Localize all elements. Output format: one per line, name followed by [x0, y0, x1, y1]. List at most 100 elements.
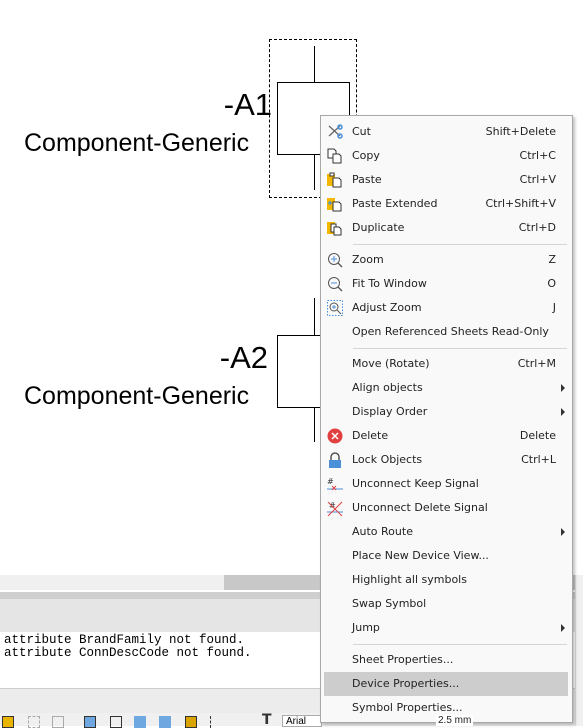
menu-item-shortcut: O [547, 277, 556, 290]
svg-text:#: # [327, 477, 334, 486]
symbol-a1-id: -A1 [223, 87, 272, 122]
menu-item-label: Fit To Window [352, 277, 427, 290]
toolbar-icon[interactable] [210, 716, 222, 728]
menu-item-shortcut: Delete [519, 429, 556, 442]
menu-item-unconnect-keep-signal[interactable]: # Unconnect Keep Signal [324, 472, 568, 496]
menu-item-label: Swap Symbol [352, 597, 427, 610]
menu-item-shortcut: Z [548, 253, 556, 266]
text-icon[interactable]: T [262, 713, 272, 727]
menu-item-display-order[interactable]: Display Order [324, 400, 568, 424]
toolbar-icon[interactable] [52, 716, 64, 728]
symbol-a2-id: -A2 [219, 340, 268, 375]
lock-icon [327, 452, 343, 468]
menu-item-shortcut: J [552, 301, 556, 314]
menu-item-label: Place New Device View... [352, 549, 489, 562]
menu-item-place-new-device-view[interactable]: Place New Device View... [324, 544, 568, 568]
menu-item-shortcut: Ctrl+Shift+V [485, 197, 556, 210]
menu-item-label: Unconnect Keep Signal [352, 477, 479, 490]
unconnect-keep-icon: # [327, 476, 343, 492]
menu-item-label: Unconnect Delete Signal [352, 501, 488, 514]
copy-icon [327, 148, 343, 164]
toolbar-icon[interactable] [84, 716, 96, 728]
menu-item-adjust-zoom[interactable]: Adjust Zoom J [324, 296, 568, 320]
menu-separator [353, 244, 567, 245]
menu-item-align-objects[interactable]: Align objects [324, 376, 568, 400]
submenu-arrow-icon [561, 624, 565, 632]
menu-item-sheet-properties[interactable]: Sheet Properties... [324, 648, 568, 672]
menu-item-label: Lock Objects [352, 453, 423, 466]
symbol-a1-pin-bottom [314, 154, 315, 190]
symbol-a1-pin-top [314, 46, 315, 83]
menu-item-duplicate[interactable]: Duplicate Ctrl+D [324, 216, 568, 240]
menu-item-delete[interactable]: Delete Delete [324, 424, 568, 448]
symbol-a2-name: Component-Generic [24, 382, 250, 410]
menu-item-shortcut: Ctrl+V [519, 173, 556, 186]
menu-item-jump[interactable]: Jump [324, 616, 568, 640]
menu-item-shortcut: Ctrl+M [517, 357, 556, 370]
unconnect-delete-icon: # [327, 500, 343, 517]
menu-item-device-properties[interactable]: Device Properties... [324, 672, 568, 696]
symbol-a2-pin-bottom [314, 407, 315, 442]
menu-item-swap-symbol[interactable]: Swap Symbol [324, 592, 568, 616]
menu-item-shortcut: Shift+Delete [485, 125, 556, 138]
toolbar-icon[interactable] [28, 716, 40, 728]
symbol-a2-pin-top [314, 298, 315, 335]
menu-item-label: Device Properties... [352, 677, 460, 690]
menu-item-label: Auto Route [352, 525, 413, 538]
zoom-in-icon [327, 252, 343, 268]
menu-item-unconnect-delete-signal[interactable]: # Unconnect Delete Signal [324, 496, 568, 520]
paste-extended-icon [327, 196, 343, 212]
submenu-arrow-icon [561, 528, 565, 536]
menu-item-paste-extended[interactable]: Paste Extended Ctrl+Shift+V [324, 192, 568, 216]
submenu-arrow-icon [561, 384, 565, 392]
menu-item-lock-objects[interactable]: Lock Objects Ctrl+L [324, 448, 568, 472]
delete-icon [327, 428, 343, 444]
menu-item-label: Zoom [352, 253, 384, 266]
menu-item-copy[interactable]: Copy Ctrl+C [324, 144, 568, 168]
toolbar-icon[interactable] [2, 716, 14, 728]
menu-item-shortcut: Ctrl+C [519, 149, 556, 162]
menu-separator [353, 644, 567, 645]
menu-item-label: Align objects [352, 381, 423, 394]
duplicate-icon [327, 220, 343, 236]
menu-item-shortcut: Ctrl+D [518, 221, 556, 234]
menu-item-label: Move (Rotate) [352, 357, 430, 370]
size-select[interactable]: 2.5 mm [436, 715, 474, 726]
toolbar-icon[interactable] [134, 716, 146, 728]
menu-item-label: Paste Extended [352, 197, 438, 210]
menu-item-label: Highlight all symbols [352, 573, 467, 586]
menu-item-open-referenced-sheets-read-only[interactable]: Open Referenced Sheets Read-Only [324, 320, 568, 344]
menu-item-label: Copy [352, 149, 380, 162]
scissors-icon [327, 124, 343, 140]
menu-separator [353, 348, 567, 349]
menu-item-shortcut: Ctrl+L [521, 453, 556, 466]
menu-item-label: Cut [352, 125, 371, 138]
vertical-scrollbar[interactable] [575, 575, 583, 726]
menu-item-label: Sheet Properties... [352, 653, 454, 666]
menu-item-label: Duplicate [352, 221, 405, 234]
menu-item-label: Adjust Zoom [352, 301, 422, 314]
paste-icon [327, 172, 343, 188]
menu-item-label: Open Referenced Sheets Read-Only [352, 325, 549, 338]
menu-item-label: Jump [352, 621, 380, 634]
toolbar-icon[interactable] [159, 716, 171, 728]
menu-item-label: Delete [352, 429, 389, 442]
menu-item-label: Symbol Properties... [352, 701, 463, 714]
menu-item-zoom[interactable]: Zoom Z [324, 248, 568, 272]
symbol-a1-name: Component-Generic [24, 129, 250, 157]
menu-item-cut[interactable]: Cut Shift+Delete [324, 120, 568, 144]
toolbar-icon[interactable] [185, 716, 197, 728]
submenu-arrow-icon [561, 408, 565, 416]
menu-item-highlight-all-symbols[interactable]: Highlight all symbols [324, 568, 568, 592]
menu-item-paste[interactable]: Paste Ctrl+V [324, 168, 568, 192]
menu-item-label: Paste [352, 173, 382, 186]
context-menu: Cut Shift+Delete Copy Ctrl+C Paste Ctrl+V Past… [320, 115, 573, 723]
menu-item-label: Display Order [352, 405, 428, 418]
toolbar-icon[interactable] [110, 716, 122, 728]
menu-item-move-rotate[interactable]: Move (Rotate) Ctrl+M [324, 352, 568, 376]
menu-item-auto-route[interactable]: Auto Route [324, 520, 568, 544]
adjust-zoom-icon [327, 300, 343, 316]
zoom-out-icon [327, 276, 343, 292]
font-select[interactable]: Arial [282, 715, 322, 727]
menu-item-fit-to-window[interactable]: Fit To Window O [324, 272, 568, 296]
